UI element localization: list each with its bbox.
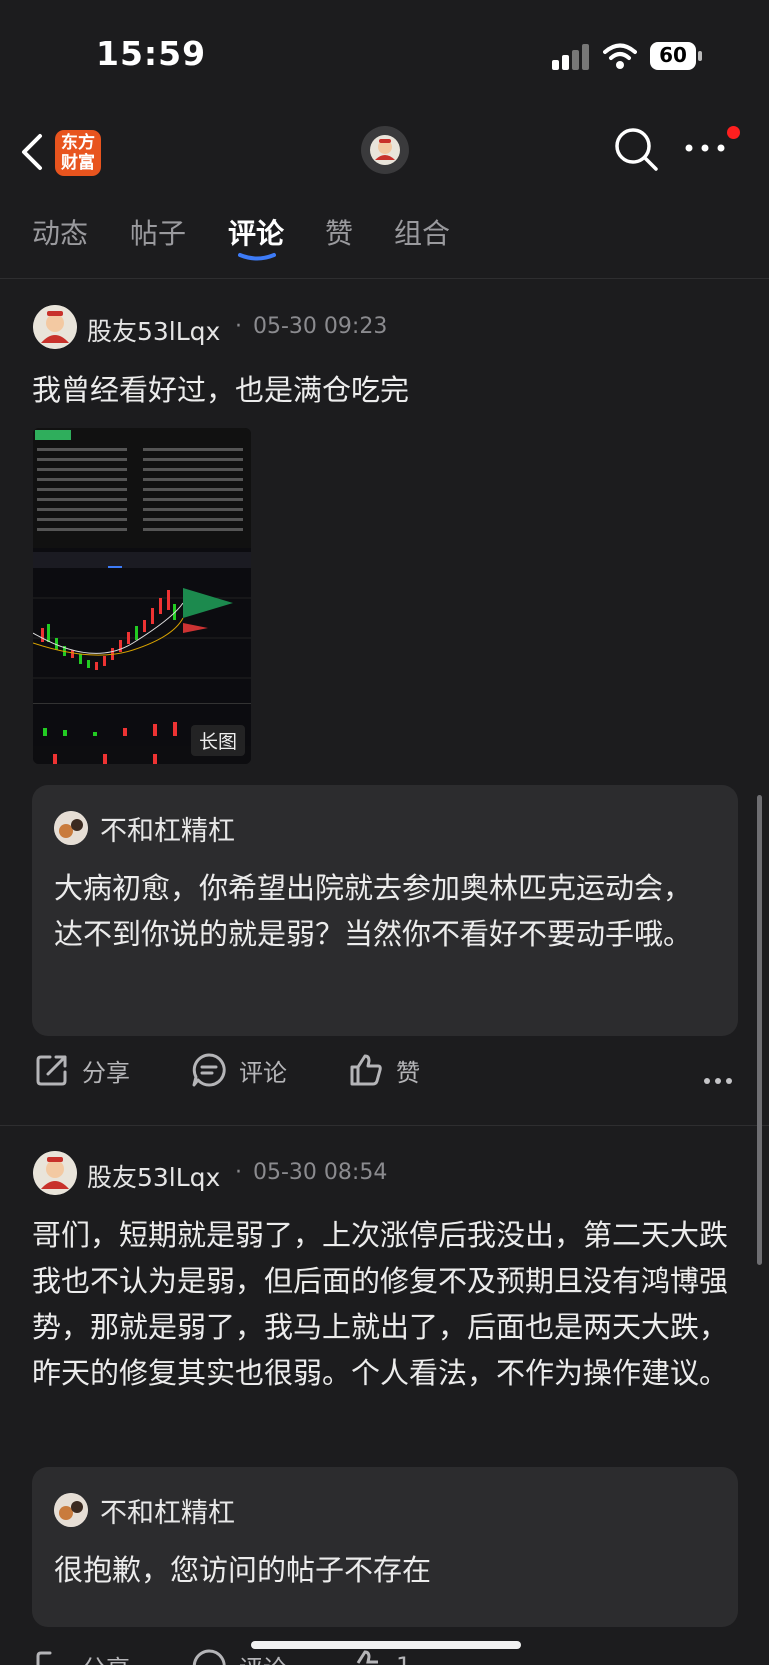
status-bar: 15:59 60 xyxy=(0,0,769,110)
user-avatar[interactable] xyxy=(33,1151,77,1195)
mascot-avatar-icon xyxy=(33,1151,77,1195)
share-label: 分享 xyxy=(82,1649,130,1665)
logo-text-2: 财富 xyxy=(61,153,95,173)
tab-posts[interactable]: 帖子 xyxy=(130,212,186,252)
share-icon xyxy=(36,1651,52,1665)
username[interactable]: 股友53lLqx xyxy=(87,312,220,348)
notification-dot xyxy=(727,126,740,139)
tab-activity[interactable]: 动态 xyxy=(32,212,88,252)
tab-likes[interactable]: 赞 xyxy=(325,212,353,252)
comment-icon xyxy=(192,1053,226,1087)
post-image[interactable]: 长图 xyxy=(33,428,251,764)
post-actions: 分享 评论 赞 xyxy=(0,1052,769,1112)
thumbs-up-icon xyxy=(350,1054,382,1086)
post-text[interactable]: 我曾经看好过，也是满仓吃完 xyxy=(32,367,738,413)
stock-chart-screenshot xyxy=(33,428,251,764)
post-actions: 分享 评论 1 xyxy=(0,1648,769,1665)
back-arrow-icon[interactable] xyxy=(18,130,48,174)
share-button[interactable]: 分享 xyxy=(34,1648,130,1665)
comment-button[interactable]: 评论 xyxy=(191,1648,287,1665)
share-label: 分享 xyxy=(82,1058,130,1087)
mascot-icon xyxy=(370,135,400,165)
mascot-avatar-icon xyxy=(33,305,77,349)
comment-button[interactable]: 评论 xyxy=(191,1052,287,1088)
comment-label: 评论 xyxy=(239,1058,287,1087)
active-tab-indicator xyxy=(238,253,276,261)
like-button[interactable]: 1 xyxy=(348,1648,411,1665)
like-label: 赞 xyxy=(396,1058,420,1087)
quote-text: 大病初愈，你希望出院就去参加奥林匹克运动会，达不到你说的就是弱？当然你不看好不要… xyxy=(54,871,693,951)
comment-icon xyxy=(192,1649,226,1665)
divider xyxy=(0,1125,769,1126)
app-logo[interactable]: 东方 财富 xyxy=(55,130,101,176)
like-button[interactable]: 赞 xyxy=(348,1052,420,1088)
comment-label: 评论 xyxy=(239,1649,287,1665)
meta-dot: · xyxy=(235,314,242,339)
tab-comments[interactable]: 评论 xyxy=(228,212,284,252)
post-time: 05-30 09:23 xyxy=(253,314,388,339)
post-more-icon[interactable] xyxy=(703,1076,733,1086)
quote-text: 很抱歉，您访问的帖子不存在 xyxy=(54,1553,432,1587)
quote-user-avatar[interactable] xyxy=(54,811,88,845)
cellular-signal-icon xyxy=(552,44,589,70)
battery-level: 60 xyxy=(659,43,687,67)
wifi-icon xyxy=(603,43,637,69)
user-avatar[interactable] xyxy=(33,305,77,349)
quoted-comment[interactable]: 不和杠精杠 大病初愈，你希望出院就去参加奥林匹克运动会，达不到你说的就是弱？当然… xyxy=(32,785,738,1036)
logo-text-1: 东方 xyxy=(61,133,95,153)
cat-avatar-icon xyxy=(54,1493,88,1527)
search-icon[interactable] xyxy=(613,126,659,172)
home-indicator[interactable] xyxy=(251,1641,521,1649)
share-button[interactable]: 分享 xyxy=(34,1052,130,1088)
battery-icon: 60 xyxy=(650,42,702,70)
tab-portfolio[interactable]: 组合 xyxy=(394,212,450,252)
tab-bar: 动态 帖子 评论 赞 组合 xyxy=(0,200,769,279)
username[interactable]: 股友53lLqx xyxy=(87,1158,220,1194)
long-image-tag: 长图 xyxy=(191,725,246,756)
quote-username[interactable]: 不和杠精杠 xyxy=(100,1491,235,1530)
more-icon[interactable] xyxy=(683,140,727,156)
like-count: 1 xyxy=(396,1652,411,1665)
quoted-comment[interactable]: 不和杠精杠 很抱歉，您访问的帖子不存在 xyxy=(32,1467,738,1627)
post-text[interactable]: 哥们，短期就是弱了，上次涨停后我没出，第二天大跌我也不认为是弱，但后面的修复不及… xyxy=(32,1212,738,1396)
quote-username[interactable]: 不和杠精杠 xyxy=(100,809,235,848)
quote-user-avatar[interactable] xyxy=(54,1493,88,1527)
top-nav: 东方 财富 xyxy=(0,110,769,192)
profile-avatar[interactable] xyxy=(361,126,409,174)
thumbs-up-icon xyxy=(356,1650,378,1664)
status-time: 15:59 xyxy=(96,34,207,73)
scrollbar[interactable] xyxy=(757,795,762,1265)
meta-dot: · xyxy=(235,1160,242,1185)
post-time: 05-30 08:54 xyxy=(253,1160,388,1185)
cat-avatar-icon xyxy=(54,811,88,845)
share-icon xyxy=(36,1055,67,1086)
